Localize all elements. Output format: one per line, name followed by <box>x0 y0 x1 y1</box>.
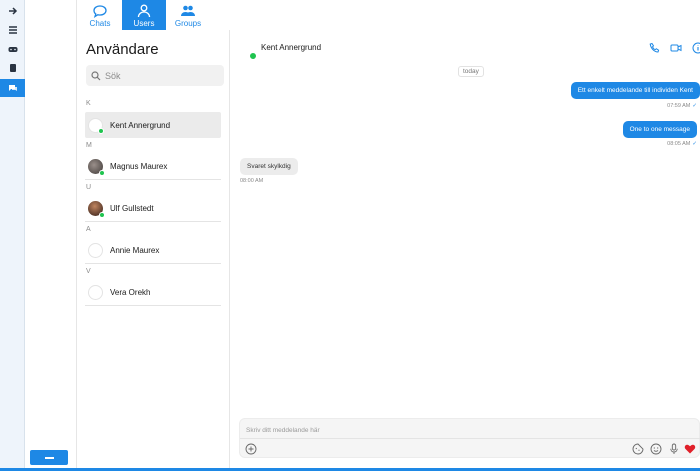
minus-icon <box>44 456 54 459</box>
online-indicator <box>99 170 105 176</box>
emoji-icon[interactable] <box>650 442 662 455</box>
collapse-button[interactable] <box>30 450 68 465</box>
outgoing-message: Ett enkelt meddelande till individen Ken… <box>570 82 700 99</box>
section-letter: K <box>86 100 91 107</box>
avatar <box>88 117 104 134</box>
chat-area: Kent Annergrund today Ett enkelt meddela… <box>231 30 700 471</box>
list-icon[interactable] <box>0 21 25 39</box>
chat-header: Kent Annergrund <box>231 30 700 60</box>
message-composer <box>239 418 700 458</box>
section-letter: A <box>86 226 91 233</box>
message-timestamp: 08:05 AM ✓ <box>667 141 697 147</box>
incoming-message: Svaret skylkdig <box>240 158 298 175</box>
online-indicator <box>250 53 256 59</box>
search-icon <box>91 70 101 80</box>
group-icon <box>181 5 195 16</box>
tab-bar: Chats Users Groups <box>78 0 210 30</box>
composer-divider <box>240 438 700 439</box>
chat-bubbles-icon[interactable] <box>0 79 25 97</box>
arrow-right-icon[interactable] <box>0 2 25 20</box>
gamepad-icon[interactable] <box>0 40 25 58</box>
section-letter: M <box>86 142 92 149</box>
user-row-annie-maurex[interactable]: Annie Maurex <box>85 238 221 264</box>
user-row-ulf-gullstedt[interactable]: Ulf Gullstedt <box>85 196 221 222</box>
section-letter: V <box>86 268 91 275</box>
user-name: Magnus Maurex <box>110 162 168 171</box>
info-icon[interactable] <box>692 41 700 54</box>
message-time: 08:00 AM <box>240 178 264 184</box>
sticker-icon[interactable] <box>632 442 644 455</box>
tab-chats-label: Chats <box>89 19 111 28</box>
section-letter: U <box>86 184 92 191</box>
message-time: 07:59 AM <box>667 103 691 109</box>
search-box[interactable] <box>86 65 224 86</box>
user-name: Ulf Gullstedt <box>110 204 154 213</box>
users-panel: Användare K Kent Annergrund M Magnus Mau… <box>78 30 230 471</box>
search-input[interactable] <box>105 70 215 81</box>
message-timestamp: 07:59 AM ✓ <box>667 103 697 109</box>
avatar <box>88 201 105 218</box>
contact-name: Kent Annergrund <box>261 43 322 52</box>
date-separator: today <box>458 66 484 77</box>
user-name: Annie Maurex <box>110 246 160 255</box>
microphone-icon[interactable] <box>668 442 680 454</box>
user-row-vera-orekh[interactable]: Vera Orekh <box>85 280 221 306</box>
user-row-magnus-maurex[interactable]: Magnus Maurex <box>85 154 221 180</box>
message-time: 08:05 AM <box>667 141 691 147</box>
read-check-icon: ✓ <box>692 141 697 147</box>
video-call-icon[interactable] <box>670 41 682 53</box>
tab-users-label: Users <box>133 19 155 28</box>
avatar <box>88 159 105 176</box>
message-input[interactable] <box>246 423 686 437</box>
nav-rail <box>0 0 25 471</box>
user-row-kent-annergrund[interactable]: Kent Annergrund <box>85 112 221 138</box>
user-name: Vera Orekh <box>110 288 151 297</box>
secondary-column <box>25 0 77 471</box>
read-check-icon: ✓ <box>692 103 697 109</box>
online-indicator <box>98 127 104 134</box>
tab-groups-label: Groups <box>174 19 202 28</box>
phone-icon[interactable] <box>649 41 661 53</box>
heart-icon[interactable] <box>684 442 696 454</box>
add-attachment-icon[interactable] <box>245 442 257 455</box>
book-icon[interactable] <box>0 59 25 77</box>
users-title: Användare <box>86 41 159 58</box>
tab-chats[interactable]: Chats <box>78 0 122 30</box>
tab-groups[interactable]: Groups <box>166 0 210 30</box>
message-timestamp: 08:00 AM <box>240 178 263 184</box>
outgoing-message: One to one message <box>622 121 697 138</box>
avatar <box>88 243 103 258</box>
user-name: Kent Annergrund <box>110 120 171 130</box>
chat-bubble-icon <box>93 5 107 18</box>
tab-users[interactable]: Users <box>122 0 166 30</box>
user-icon <box>137 4 151 18</box>
online-indicator <box>99 212 105 218</box>
avatar <box>88 285 103 300</box>
